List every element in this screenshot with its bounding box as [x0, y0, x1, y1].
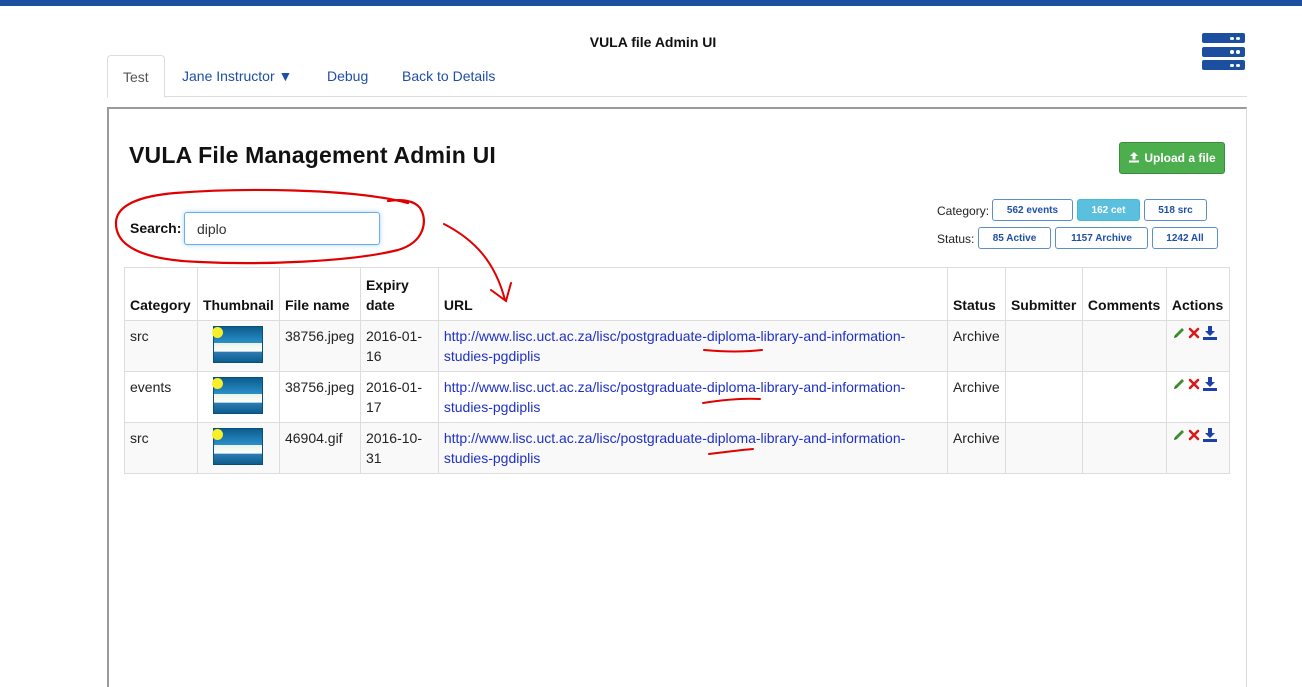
file-url-link[interactable]: http://www.lisc.uct.ac.za/lisc/postgradu…: [444, 328, 905, 364]
filter-category-events[interactable]: 562 events: [992, 199, 1073, 221]
file-url-link[interactable]: http://www.lisc.uct.ac.za/lisc/postgradu…: [444, 430, 905, 466]
thumbnail-image[interactable]: [211, 326, 263, 363]
header-file-name[interactable]: File name: [278, 267, 361, 321]
category-filter-label: Category:: [937, 204, 990, 218]
delete-icon[interactable]: [1188, 429, 1200, 441]
cell-thumbnail: [196, 422, 280, 474]
app-title: VULA file Admin UI: [589, 34, 717, 50]
download-icon[interactable]: [1202, 428, 1218, 442]
cell-category: src: [124, 320, 198, 372]
cell-file-name: 38756.jpeg: [278, 320, 361, 372]
search-label: Search:: [130, 220, 182, 236]
header-submitter[interactable]: Submitter: [1004, 267, 1083, 321]
cell-status: Archive: [946, 320, 1006, 372]
cell-expiry-date: 2016-01-16: [359, 320, 439, 372]
cell-expiry-date: 2016-10-31: [359, 422, 439, 474]
thumbnail-image[interactable]: [211, 428, 263, 465]
upload-button[interactable]: Upload a file: [1119, 142, 1225, 174]
nav-tabs: Test Jane Instructor ▼ Debug Back to Det…: [107, 55, 1247, 98]
filter-status-active[interactable]: 85 Active: [978, 227, 1051, 249]
cell-actions: [1165, 422, 1231, 474]
cell-url: http://www.lisc.uct.ac.za/lisc/postgradu…: [437, 371, 948, 423]
thumbnail-image[interactable]: [211, 377, 263, 414]
cell-url: http://www.lisc.uct.ac.za/lisc/postgradu…: [437, 422, 948, 474]
cell-actions: [1165, 320, 1231, 372]
filter-category-src[interactable]: 518 src: [1144, 199, 1207, 221]
filter-status-all[interactable]: 1242 All: [1152, 227, 1218, 249]
cell-actions: [1165, 371, 1231, 423]
header-url[interactable]: URL: [437, 267, 948, 321]
cell-comments: [1081, 320, 1167, 372]
upload-icon: [1128, 151, 1140, 166]
header-comments[interactable]: Comments: [1081, 267, 1167, 321]
cell-file-name: 38756.jpeg: [278, 371, 361, 423]
header-actions: Actions: [1165, 267, 1231, 321]
pencil-icon[interactable]: [1172, 326, 1186, 340]
search-input[interactable]: [184, 212, 380, 245]
cell-submitter: [1004, 320, 1083, 372]
header-category[interactable]: Category: [124, 267, 198, 321]
cell-category: src: [124, 422, 198, 474]
files-table: Category Thumbnail File name Expiry date…: [124, 267, 1231, 474]
top-accent-bar: [0, 0, 1302, 6]
pencil-icon[interactable]: [1172, 428, 1186, 442]
cell-status: Archive: [946, 371, 1006, 423]
cell-thumbnail: [196, 320, 280, 372]
cell-comments: [1081, 422, 1167, 474]
delete-icon[interactable]: [1188, 378, 1200, 390]
cell-status: Archive: [946, 422, 1006, 474]
status-filter-label: Status:: [937, 232, 975, 246]
table-header-row: Category Thumbnail File name Expiry date…: [124, 267, 1231, 321]
cell-submitter: [1004, 371, 1083, 423]
header-status[interactable]: Status: [946, 267, 1006, 321]
page-title: VULA File Management Admin UI: [129, 142, 497, 168]
header-expiry-date[interactable]: Expiry date: [359, 267, 439, 321]
tab-back-to-details[interactable]: Back to Details: [387, 55, 510, 97]
table-row: events 38756.jpeg 2016-01-17 http://www.…: [124, 371, 1231, 423]
cell-submitter: [1004, 422, 1083, 474]
file-url-link[interactable]: http://www.lisc.uct.ac.za/lisc/postgradu…: [444, 379, 905, 415]
tab-test[interactable]: Test: [107, 55, 165, 98]
upload-button-label: Upload a file: [1144, 151, 1216, 165]
cell-expiry-date: 2016-01-17: [359, 371, 439, 423]
delete-icon[interactable]: [1188, 327, 1200, 339]
cell-thumbnail: [196, 371, 280, 423]
cell-comments: [1081, 371, 1167, 423]
cell-file-name: 46904.gif: [278, 422, 361, 474]
pencil-icon[interactable]: [1172, 377, 1186, 391]
table-row: src 38756.jpeg 2016-01-16 http://www.lis…: [124, 320, 1231, 372]
download-icon[interactable]: [1202, 326, 1218, 340]
filter-category-cet[interactable]: 162 cet: [1077, 199, 1140, 221]
table-row: src 46904.gif 2016-10-31 http://www.lisc…: [124, 422, 1231, 474]
cell-url: http://www.lisc.uct.ac.za/lisc/postgradu…: [437, 320, 948, 372]
tab-debug[interactable]: Debug: [312, 55, 383, 97]
download-icon[interactable]: [1202, 377, 1218, 391]
tab-jane-instructor[interactable]: Jane Instructor ▼: [167, 55, 307, 97]
header-thumbnail: Thumbnail: [196, 267, 280, 321]
cell-category: events: [124, 371, 198, 423]
filter-status-archive[interactable]: 1157 Archive: [1055, 227, 1148, 249]
